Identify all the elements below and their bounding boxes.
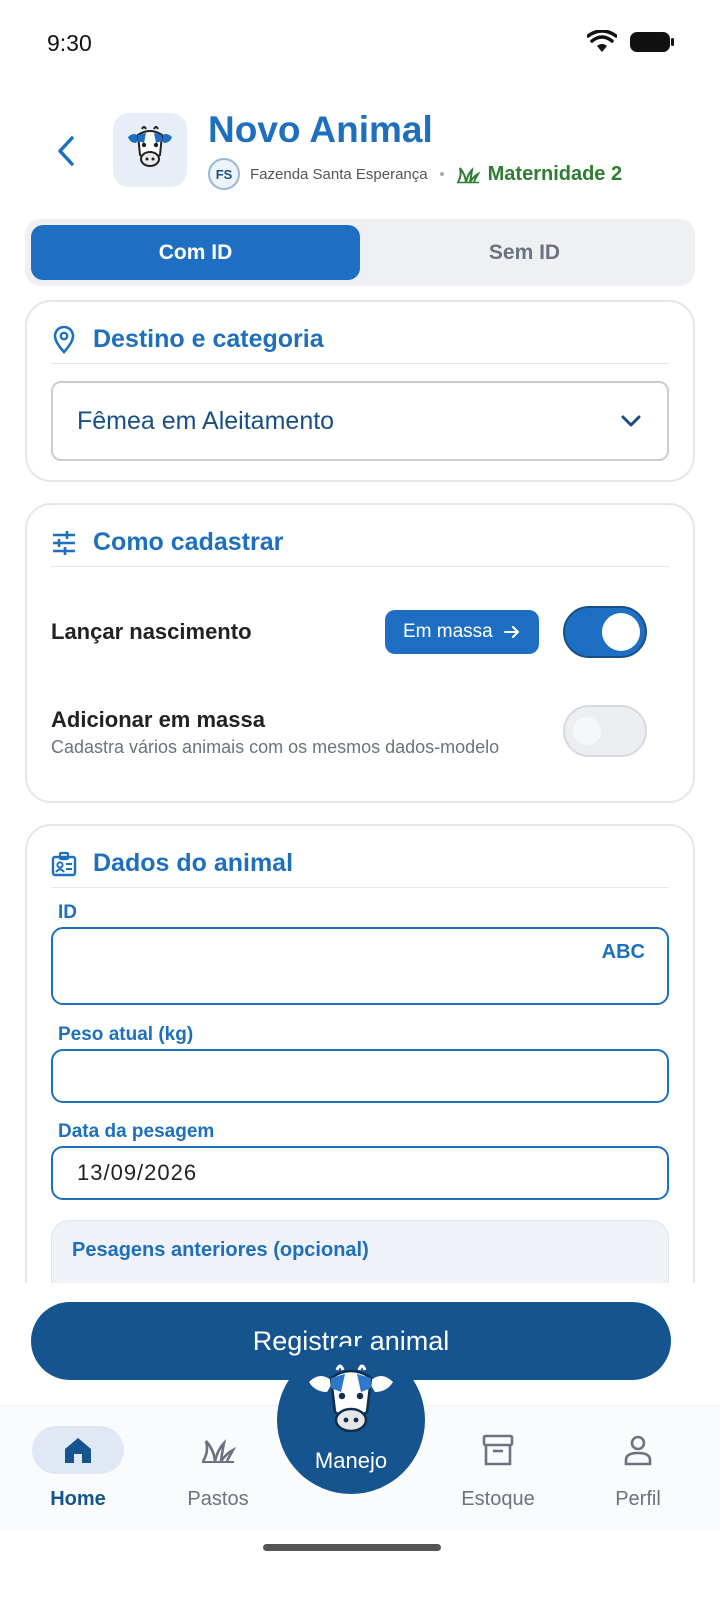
- destino-title: Destino e categoria: [93, 325, 324, 353]
- app-logo: [113, 113, 187, 187]
- id-field-label: ID: [58, 902, 77, 923]
- sliders-icon: [53, 530, 75, 555]
- toggle-knob: [602, 613, 640, 651]
- chevron-down-icon: [621, 415, 641, 427]
- battery-icon: [630, 32, 674, 52]
- peso-field-label: Peso atual (kg): [58, 1024, 194, 1045]
- lancar-nascimento-toggle[interactable]: [563, 606, 647, 658]
- id-mode-segmented-control: Com ID Sem ID: [25, 219, 695, 286]
- nav-manejo-label: Manejo: [314, 1448, 388, 1473]
- data-pesagem-field[interactable]: [51, 1146, 669, 1200]
- pasture-name: Maternidade 2: [487, 162, 623, 185]
- chevron-left-icon: [58, 136, 74, 166]
- adicionar-em-massa-row: Adicionar em massa Cadastra vários anima…: [51, 707, 551, 758]
- location-pin-icon: [53, 325, 75, 354]
- nav-pastos[interactable]: Pastos: [168, 1426, 268, 1511]
- dados-animal-title: Dados do animal: [93, 849, 294, 877]
- id-field[interactable]: ABC: [51, 927, 669, 1005]
- toggle-knob: [573, 717, 601, 745]
- nav-manejo-fab[interactable]: Manejo: [277, 1346, 425, 1494]
- cow-icon: [128, 126, 172, 167]
- status-time: 9:30: [47, 30, 92, 56]
- tab-sem-id[interactable]: Sem ID: [360, 225, 689, 280]
- nav-estoque-label: Estoque: [461, 1488, 535, 1510]
- nav-home-label: Home: [50, 1488, 106, 1510]
- nav-perfil[interactable]: Perfil: [588, 1426, 688, 1511]
- peso-input[interactable]: [53, 1051, 667, 1101]
- home-icon: [65, 1438, 91, 1463]
- home-indicator: [263, 1544, 441, 1551]
- lancar-nascimento-label: Lançar nascimento: [51, 619, 252, 644]
- keyboard-mode-tag[interactable]: ABC: [602, 941, 645, 964]
- arrow-right-icon: [503, 626, 519, 638]
- page-title: Novo Animal: [208, 109, 433, 150]
- tab-com-id[interactable]: Com ID: [31, 225, 360, 280]
- farm-name: Fazenda Santa Esperança: [250, 165, 428, 183]
- category-select[interactable]: Fêmea em Aleitamento: [51, 381, 669, 461]
- como-cadastrar-card: Como cadastrar Lançar nascimento Em mass…: [25, 503, 695, 803]
- id-badge-icon: [51, 851, 77, 876]
- como-cadastrar-header: Como cadastrar: [51, 523, 669, 567]
- nav-estoque-icon-wrap: [452, 1426, 544, 1474]
- page-header: Novo Animal FS Fazenda Santa Esperança M…: [0, 105, 720, 195]
- destino-card-header: Destino e categoria: [51, 320, 669, 364]
- dados-animal-card: Dados do animal ID ABC Peso atual (kg) D…: [25, 824, 695, 1344]
- lancar-nascimento-row: Lançar nascimento: [51, 619, 252, 645]
- farm-avatar: FS: [208, 158, 240, 190]
- nav-pastos-icon-wrap: [172, 1426, 264, 1474]
- peso-field[interactable]: [51, 1049, 669, 1103]
- em-massa-button-label: Em massa: [403, 621, 493, 642]
- nav-estoque[interactable]: Estoque: [448, 1426, 548, 1511]
- dados-animal-header: Dados do animal: [51, 844, 669, 888]
- em-massa-button[interactable]: Em massa: [385, 610, 539, 654]
- grass-icon: [456, 167, 480, 184]
- destino-card: Destino e categoria Fêmea em Aleitamento: [25, 300, 695, 482]
- nav-home-icon-wrap: [32, 1426, 124, 1474]
- cow-icon: [309, 1364, 393, 1433]
- data-pesagem-label: Data da pesagem: [58, 1121, 215, 1142]
- data-pesagem-input[interactable]: [53, 1148, 667, 1198]
- status-bar: 9:30: [0, 0, 720, 80]
- back-button[interactable]: [48, 131, 84, 171]
- separator-dot: [439, 172, 444, 176]
- nav-home[interactable]: Home: [28, 1426, 128, 1511]
- adicionar-em-massa-description: Cadastra vários animais com os mesmos da…: [51, 737, 500, 757]
- person-icon: [624, 1435, 652, 1466]
- archive-box-icon: [482, 1434, 514, 1466]
- header-context: FS Fazenda Santa Esperança Maternidade 2: [208, 157, 622, 191]
- como-cadastrar-title: Como cadastrar: [93, 528, 284, 556]
- nav-perfil-label: Perfil: [615, 1488, 661, 1510]
- grass-icon: [201, 1439, 236, 1463]
- nav-pastos-label: Pastos: [187, 1488, 249, 1510]
- nav-perfil-icon-wrap: [592, 1426, 684, 1474]
- category-select-value: Fêmea em Aleitamento: [77, 406, 335, 435]
- status-icons: [587, 30, 675, 54]
- adicionar-em-massa-toggle[interactable]: [563, 705, 647, 757]
- adicionar-em-massa-label: Adicionar em massa: [51, 707, 265, 732]
- wifi-icon: [587, 30, 617, 52]
- pesagens-anteriores-title: Pesagens anteriores (opcional): [72, 1239, 369, 1261]
- id-input[interactable]: [53, 929, 667, 1003]
